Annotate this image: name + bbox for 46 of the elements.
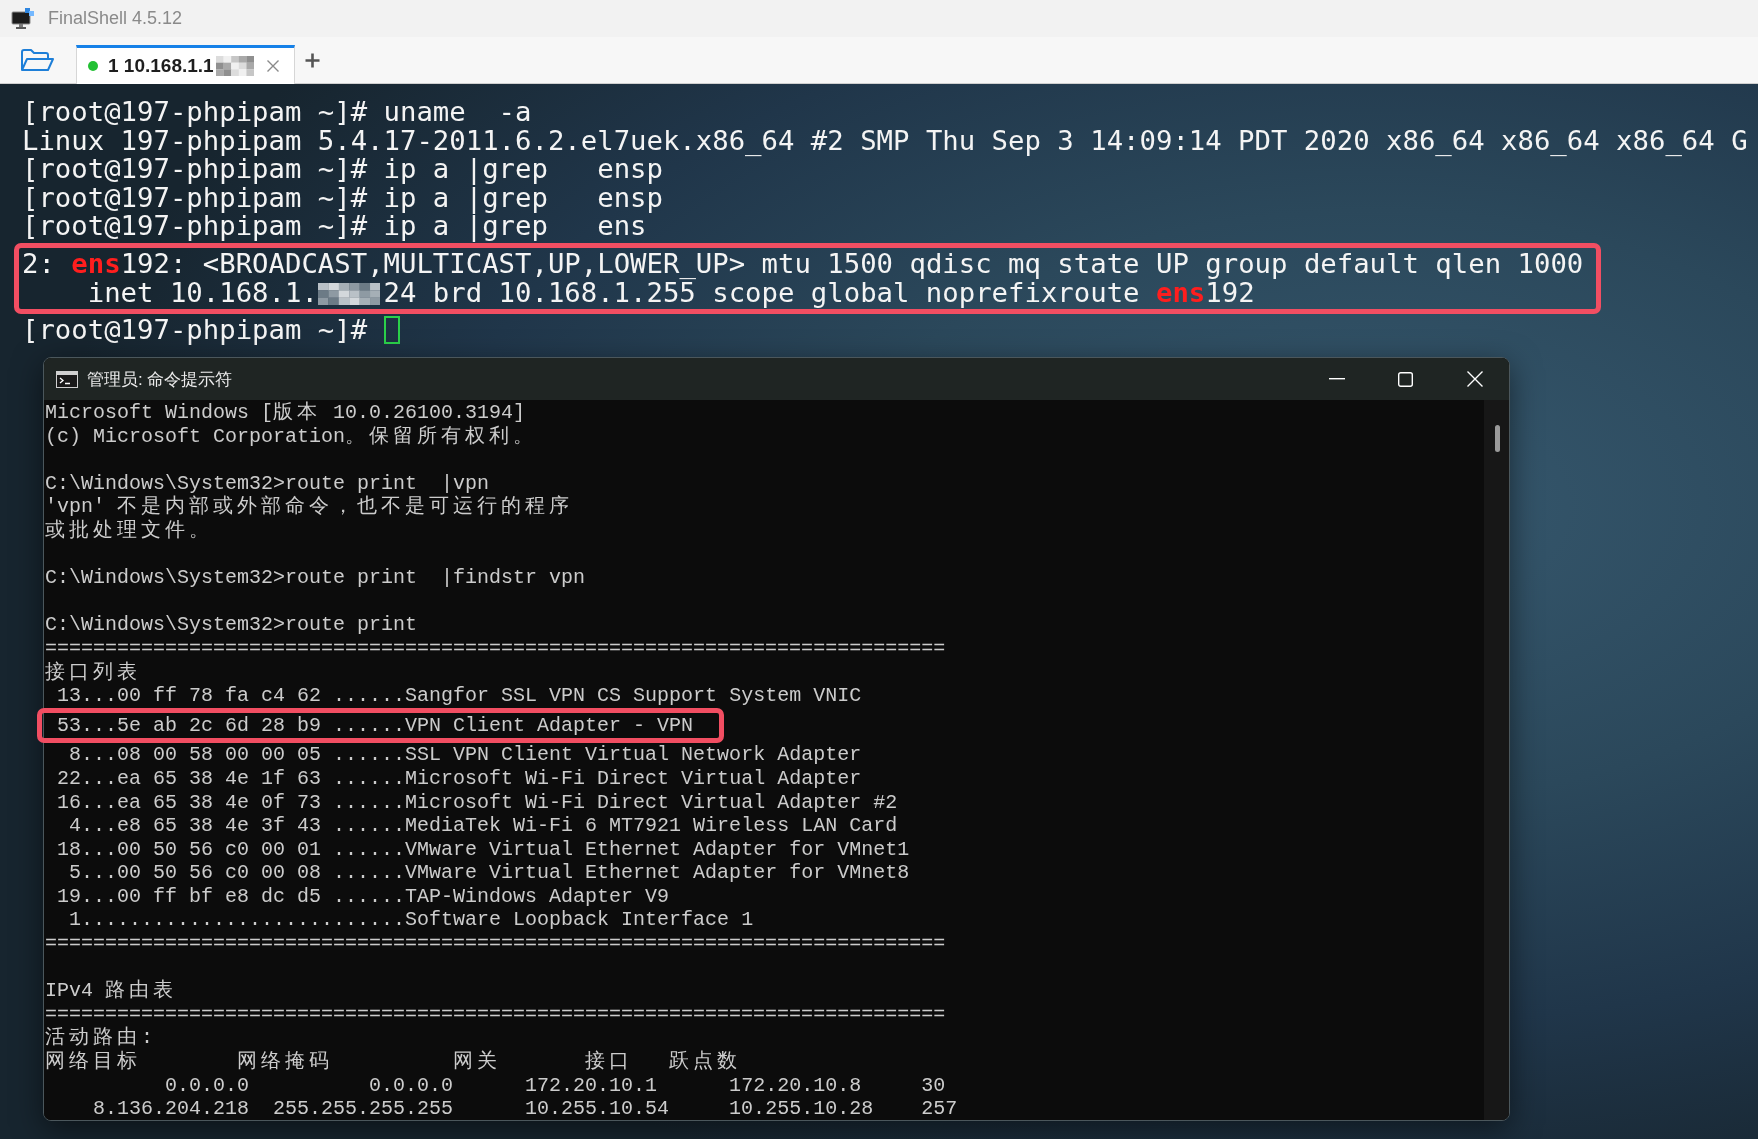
console-line: 接口列表 <box>45 660 141 684</box>
console-line: 16...ea 65 38 4e 0f 73 ......Microsoft Wi-Fi Direct Virtual Adapter #2 <box>57 790 898 814</box>
console-line: 8.136.204.218 255.255.255.255 10.255.10.54 10.255.10.28 257 <box>93 1097 958 1120</box>
window-title: 管理员: 命令提示符 <box>87 368 233 391</box>
console-line: 18...00 50 56 c0 00 01 ......VMware Virtual Ethernet Adapter for VMnet1 <box>57 837 910 861</box>
pixelated-redaction <box>317 282 381 305</box>
console-line: 或批处理文件。 <box>45 518 213 542</box>
terminal-text: [root@197-phpipam ~]# <box>22 314 369 346</box>
console-line: C:\Windows\System32>route print <box>45 613 418 637</box>
session-tab[interactable]: 1 10.168.1.1 <box>76 45 295 84</box>
console-line: =========================================================================== <box>45 636 946 660</box>
terminal-text: inet 10.168.1. <box>87 276 318 308</box>
column-header: 接口 <box>585 1050 634 1074</box>
console-line: 13...00 ff 78 fa c4 62 ......Sangfor SSL VPN CS Support System VNIC <box>57 684 862 708</box>
console-line: 活动路由: <box>45 1026 153 1050</box>
console-line: 5...00 50 56 c0 00 08 ......VMware Virtual Ethernet Adapter for VMnet8 <box>69 861 910 885</box>
column-header: 网络目标 <box>45 1050 141 1074</box>
terminal-text: 2: ens192: <BROADCAST,MULTICAST,UP,LOWER_UP> mtu 1500 qdisc mq state UP group default qlen 1000 <box>22 247 1584 279</box>
column-header: 网络掩码 <box>237 1050 334 1074</box>
monitor-icon <box>11 7 34 30</box>
terminal-text: [root@197-phpipam ~]# uname -a <box>22 96 532 127</box>
plus-icon[interactable] <box>304 52 320 68</box>
console-line: 19...00 ff bf e8 dc d5 ......TAP-Windows Adapter V9 <box>57 884 670 908</box>
console-line: =========================================================================== <box>45 1002 946 1026</box>
console-line: (c) Microsoft Corporation。保留所有权利。 <box>45 424 538 448</box>
text-cursor <box>383 316 400 345</box>
console-line: IPv4 路由表 <box>45 979 177 1003</box>
folder-icon[interactable] <box>20 48 55 72</box>
scrollbar-thumb[interactable] <box>1495 425 1500 452</box>
console-line: C:\Windows\System32>route print |findstr vpn <box>45 566 586 590</box>
console-line: 22...ea 65 38 4e 1f 63 ......Microsoft Wi-Fi Direct Virtual Adapter <box>57 766 862 790</box>
console-icon <box>56 370 78 388</box>
console-line: 0.0.0.0 0.0.0.0 172.20.10.1 172.20.10.8 30 <box>165 1073 946 1097</box>
console-line: =========================================================================== <box>45 932 946 956</box>
console-line: Microsoft Windows [版本 10.0.26100.3194] <box>45 401 526 424</box>
console-line: 4...e8 65 38 4e 3f 43 ......MediaTek Wi-Fi 6 MT7921 Wireless LAN Card <box>69 814 898 838</box>
console-line: 53...5e ab 2c 6d 28 b9 ......VPN Client Adapter - VPN <box>57 713 694 737</box>
console-line: 1...........................Software Loopback Interface 1 <box>69 908 754 932</box>
maximize-icon[interactable] <box>1398 371 1413 387</box>
minimize-icon[interactable] <box>1328 378 1345 380</box>
console-line: 8...08 00 58 00 00 05 ......SSL VPN Client Virtual Network Adapter <box>69 743 862 767</box>
column-header: 网关 <box>453 1050 502 1074</box>
console-line: C:\Windows\System32>route print |vpn <box>45 471 490 495</box>
console-line: 'vpn' 不是内部或外部命令，也不是可运行的程序 <box>45 495 573 519</box>
column-header: 跃点数 <box>669 1050 742 1074</box>
window-title: FinalShell 4.5.12 <box>48 8 183 29</box>
